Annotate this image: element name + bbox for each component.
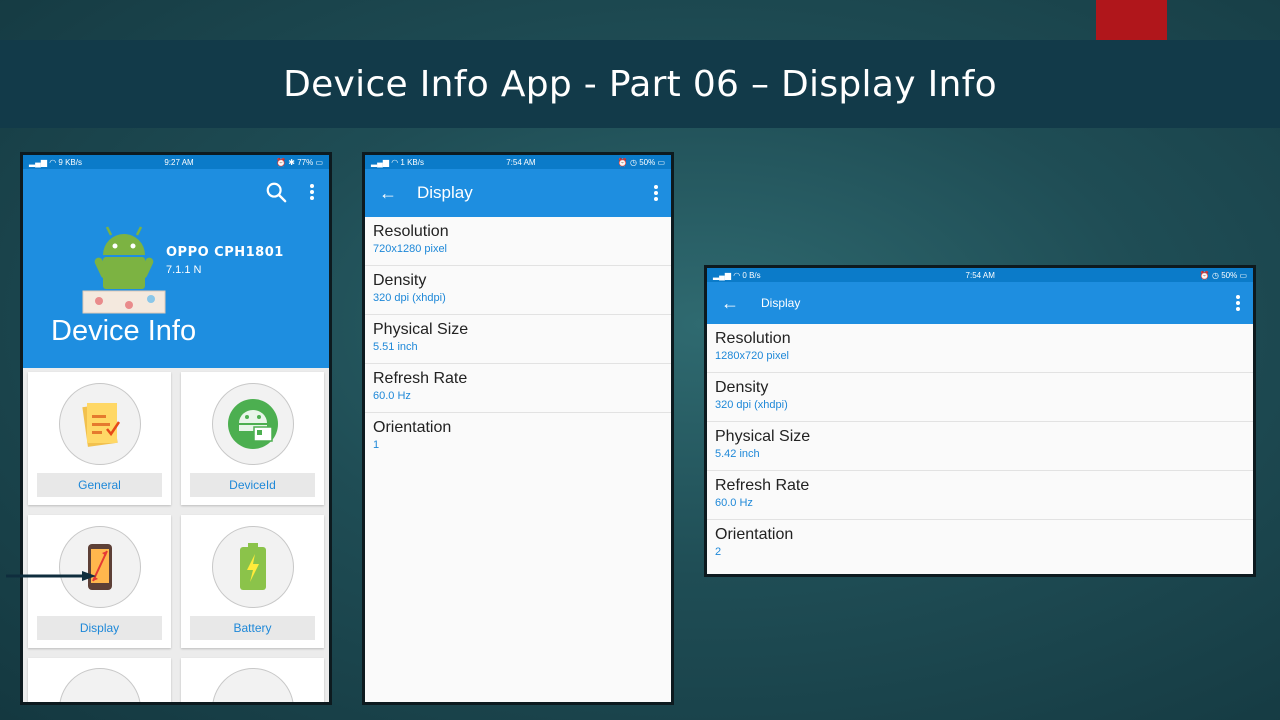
card-general[interactable]: General <box>28 372 171 505</box>
battery-icon <box>239 543 266 590</box>
item-label: Density <box>373 272 427 289</box>
more-vert-icon[interactable] <box>309 183 315 201</box>
item-label: Orientation <box>715 526 794 543</box>
header-actions <box>265 181 315 203</box>
appbar-title: Display <box>761 296 801 310</box>
card-display[interactable]: Display <box>28 515 171 648</box>
list-item: Refresh Rate 60.0 Hz <box>365 364 671 413</box>
card-label: Battery <box>190 616 315 640</box>
appbar-title: Display <box>417 183 473 202</box>
card-deviceid[interactable]: DeviceId <box>181 372 324 505</box>
status-time: 9:27 AM <box>164 157 194 167</box>
status-right: ⏰ ◷ 50% ▭ <box>617 157 665 167</box>
back-arrow-icon[interactable]: ← <box>379 183 403 204</box>
display-info-list: Resolution 720x1280 pixel Density 320 dp… <box>365 217 671 462</box>
more-vert-icon[interactable] <box>653 184 659 202</box>
status-left: ▂▄▆ ◠ 1 KB/s <box>371 157 424 167</box>
list-item: Density 320 dpi (xhdpi) <box>707 373 1253 422</box>
status-bar: ▂▄▆ ◠ 9 KB/s 9:27 AM ⏰ ✱ 77% ▭ <box>23 155 329 169</box>
item-value: 1 <box>373 439 380 451</box>
list-item: Resolution 720x1280 pixel <box>365 217 671 266</box>
device-name: OPPO CPH1801 <box>166 245 284 260</box>
pointer-arrow <box>6 571 96 581</box>
android-mascot-icon <box>82 226 166 314</box>
display-info-list: Resolution 1280x720 pixel Density 320 dp… <box>707 324 1253 569</box>
item-label: Physical Size <box>373 321 469 338</box>
card-partial[interactable] <box>181 658 324 705</box>
category-grid: General DeviceId Display Battery <box>23 368 329 705</box>
status-time: 7:54 AM <box>965 270 995 280</box>
slide-title-bar: Device Info App - Part 06 – Display Info <box>0 40 1280 128</box>
slide-title: Device Info App - Part 06 – Display Info <box>283 63 997 105</box>
list-item: Physical Size 5.42 inch <box>707 422 1253 471</box>
back-arrow-icon[interactable]: ← <box>721 293 745 314</box>
device-id-icon <box>227 399 278 449</box>
item-value: 320 dpi (xhdpi) <box>373 292 446 304</box>
phone-display-landscape: ▂▄▆ ◠ 0 B/s 7:54 AM ⏰ ◷ 50% ▭ ← Display … <box>704 265 1256 577</box>
status-bar: ▂▄▆ ◠ 0 B/s 7:54 AM ⏰ ◷ 50% ▭ <box>707 268 1253 282</box>
list-item: Resolution 1280x720 pixel <box>707 324 1253 373</box>
item-value: 1280x720 pixel <box>715 350 790 362</box>
card-icon-circle <box>58 668 141 705</box>
item-label: Refresh Rate <box>715 477 810 494</box>
item-value: 720x1280 pixel <box>373 243 448 255</box>
phone-resize-icon <box>87 544 112 590</box>
card-icon-circle <box>58 383 141 465</box>
android-icon <box>238 694 268 705</box>
list-item: Orientation 2 <box>707 520 1253 569</box>
phone-main-screen: ▂▄▆ ◠ 9 KB/s 9:27 AM ⏰ ✱ 77% ▭ OPPO CPH1… <box>20 152 332 705</box>
item-value: 60.0 Hz <box>373 390 411 402</box>
app-header: OPPO CPH1801 7.1.1 N Device Info <box>23 169 329 368</box>
card-label: General <box>37 473 162 497</box>
list-item: Physical Size 5.51 inch <box>365 315 671 364</box>
item-label: Resolution <box>373 223 449 240</box>
status-right: ⏰ ✱ 77% ▭ <box>276 157 323 167</box>
item-value: 5.42 inch <box>715 448 760 460</box>
app-title: Device Info <box>51 315 197 347</box>
item-value: 60.0 Hz <box>715 497 753 509</box>
card-battery[interactable]: Battery <box>181 515 324 648</box>
card-label: DeviceId <box>190 473 315 497</box>
item-value: 5.51 inch <box>373 341 418 353</box>
item-label: Resolution <box>715 330 791 347</box>
card-label: Display <box>37 616 162 640</box>
card-icon-circle <box>211 383 294 465</box>
card-icon-circle <box>58 526 141 608</box>
status-left: ▂▄▆ ◠ 0 B/s <box>713 270 761 280</box>
status-right: ⏰ ◷ 50% ▭ <box>1199 270 1247 280</box>
android-version: 7.1.1 N <box>166 264 202 276</box>
list-item: Density 320 dpi (xhdpi) <box>365 266 671 315</box>
android-icon <box>85 694 115 705</box>
phone-display-portrait: ▂▄▆ ◠ 1 KB/s 7:54 AM ⏰ ◷ 50% ▭ ← Display… <box>362 152 674 705</box>
list-item: Refresh Rate 60.0 Hz <box>707 471 1253 520</box>
item-label: Refresh Rate <box>373 370 468 387</box>
item-label: Physical Size <box>715 428 811 445</box>
status-left: ▂▄▆ ◠ 9 KB/s <box>29 157 82 167</box>
item-value: 320 dpi (xhdpi) <box>715 399 788 411</box>
status-bar: ▂▄▆ ◠ 1 KB/s 7:54 AM ⏰ ◷ 50% ▭ <box>365 155 671 169</box>
item-value: 2 <box>715 546 722 558</box>
item-label: Orientation <box>373 419 452 436</box>
card-icon-circle <box>211 668 294 705</box>
search-icon[interactable] <box>265 181 287 203</box>
more-vert-icon[interactable] <box>1235 294 1241 312</box>
notepad-icon <box>81 403 120 447</box>
list-item: Orientation 1 <box>365 413 671 462</box>
status-time: 7:54 AM <box>506 157 536 167</box>
app-bar: ← Display <box>707 282 1253 324</box>
accent-red-block <box>1096 0 1167 40</box>
card-icon-circle <box>211 526 294 608</box>
app-bar: ← Display <box>365 169 671 217</box>
item-label: Density <box>715 379 769 396</box>
card-partial[interactable] <box>28 658 171 705</box>
